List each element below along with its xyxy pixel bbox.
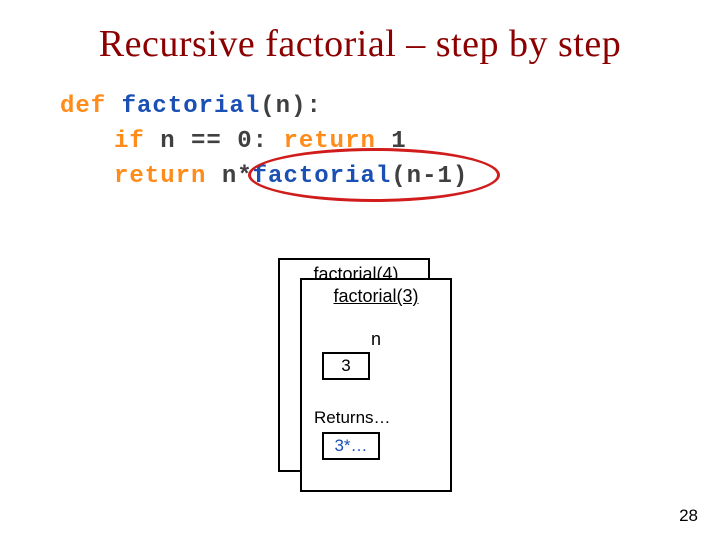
stack-frame-front: factorial(3) n 3 Returns… 3*… (300, 278, 452, 492)
cond-lhs: n (160, 128, 175, 155)
ret2-arg: n-1 (407, 163, 453, 190)
keyword-def: def (60, 93, 106, 120)
returns-label: Returns… (314, 408, 450, 428)
ret2-lparen: ( (391, 163, 406, 190)
n-label: n (302, 329, 450, 350)
return-1-value: 1 (391, 128, 406, 155)
cond-rhs: 0 (237, 128, 252, 155)
keyword-return-1: return (283, 128, 375, 155)
code-line-3: return n*factorial(n-1) (60, 160, 468, 195)
ret2-rparen: ) (453, 163, 468, 190)
frame-front-title: factorial(3) (302, 280, 450, 307)
function-name: factorial (122, 93, 261, 120)
cond-op: == (191, 128, 222, 155)
returns-value-box: 3*… (322, 432, 380, 460)
ret2-call: factorial (253, 163, 392, 190)
code-line-2: if n == 0: return 1 (60, 125, 468, 160)
slide-title: Recursive factorial – step by step (0, 0, 720, 66)
code-line-1: def factorial(n): (60, 90, 468, 125)
keyword-return-2: return (114, 163, 206, 190)
ret2-op: * (237, 163, 252, 190)
colon: : (253, 128, 268, 155)
page-number: 28 (679, 506, 698, 526)
param-n: n (276, 93, 291, 120)
rparen-colon: ): (291, 93, 322, 120)
keyword-if: if (114, 128, 145, 155)
ret2-lhs: n (222, 163, 237, 190)
lparen: ( (260, 93, 275, 120)
code-block: def factorial(n): if n == 0: return 1 re… (60, 90, 468, 194)
n-value-box: 3 (322, 352, 370, 380)
